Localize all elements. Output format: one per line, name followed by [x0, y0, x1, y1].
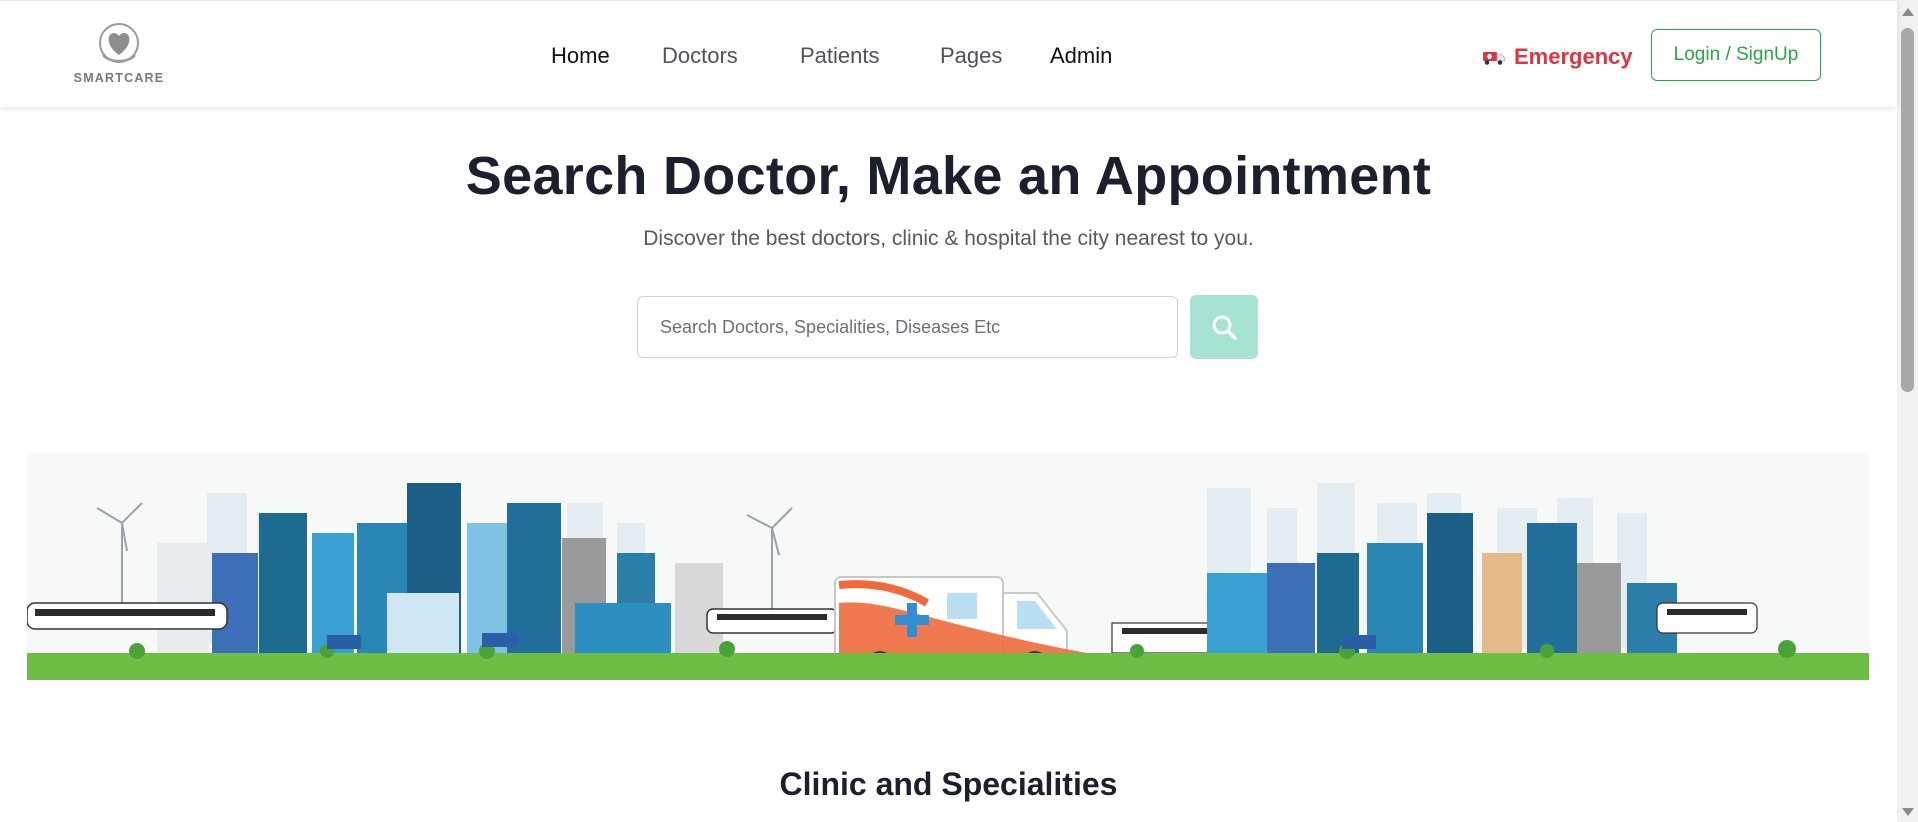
clinic-specialities-title: Clinic and Specialities [779, 766, 1118, 802]
search-icon [1212, 315, 1237, 340]
nav-admin[interactable]: Admin [1050, 43, 1112, 69]
hero-subtitle: Discover the best doctors, clinic & hosp… [643, 227, 1254, 250]
login-signup-button[interactable]: Login / SignUp [1651, 29, 1821, 81]
page-scrollbar[interactable] [1897, 0, 1918, 822]
scroll-up-arrow-icon[interactable] [1902, 8, 1914, 16]
scrollbar-thumb[interactable] [1901, 28, 1914, 392]
city-banner-illustration [27, 453, 1869, 680]
nav-pages[interactable]: Pages [940, 43, 1002, 69]
nav-doctors[interactable]: Doctors [662, 43, 738, 69]
search-button[interactable] [1190, 295, 1258, 359]
cityscape-image [27, 483, 1869, 680]
emergency-link[interactable]: Emergency [1482, 44, 1633, 70]
site-header: SMARTCARE Home Doctors Patients Pages Ad… [0, 0, 1897, 107]
ambulance-icon [1483, 52, 1506, 65]
brand-name: SMARTCARE [73, 71, 165, 85]
scroll-down-arrow-icon[interactable] [1902, 808, 1914, 816]
nav-home[interactable]: Home [551, 43, 610, 69]
nav-patients[interactable]: Patients [800, 43, 880, 69]
hero-title: Search Doctor, Make an Appointment [465, 146, 1432, 206]
search-input[interactable] [637, 296, 1178, 358]
emergency-label: Emergency [1514, 44, 1633, 69]
